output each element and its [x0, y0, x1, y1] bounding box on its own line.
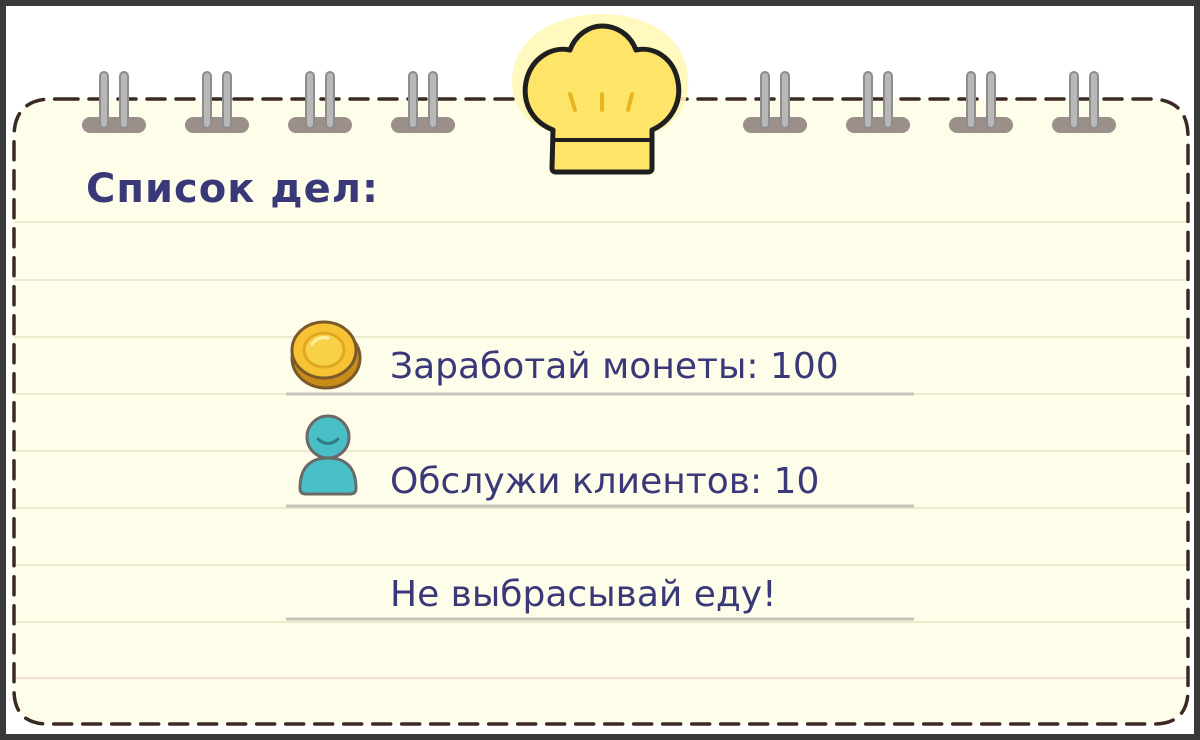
todo-list-title: Список дел:: [86, 166, 380, 212]
task-serve-customers: Обслужи клиентов: 10: [390, 461, 820, 502]
task-no-food-waste: Не выбрасывай еду!: [390, 574, 777, 615]
task-earn-coins: Заработай монеты: 100: [390, 346, 839, 387]
coin-icon: [290, 320, 362, 390]
